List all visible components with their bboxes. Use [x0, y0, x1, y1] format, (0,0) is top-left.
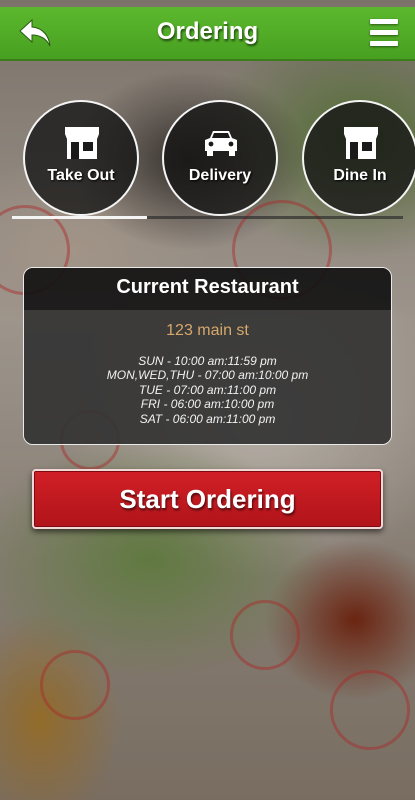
page-title: Ordering	[156, 18, 259, 45]
storefront-icon	[65, 127, 99, 159]
restaurant-details: 123 main st SUN - 10:00 am:11:59 pm MON,…	[24, 310, 391, 444]
hours-line: FRI - 06:00 am:10:00 pm	[140, 397, 275, 412]
order-type-take-out[interactable]: Take Out	[23, 100, 139, 216]
order-type-dine-in[interactable]: Dine In	[302, 100, 415, 216]
order-type-label: Delivery	[188, 167, 252, 184]
current-restaurant-heading: Current Restaurant	[24, 268, 391, 310]
storefront-icon	[344, 127, 378, 159]
order-type-carousel[interactable]: Take Out Delivery Dine In	[0, 100, 415, 218]
order-type-label: Take Out	[47, 167, 115, 184]
hours-line: SAT - 06:00 am:11:00 pm	[139, 411, 276, 426]
restaurant-address: 123 main st	[166, 322, 249, 339]
start-ordering-button[interactable]: Start Ordering	[32, 469, 383, 529]
current-restaurant-card: Current Restaurant 123 main st SUN - 10:…	[23, 267, 392, 445]
hours-line: TUE - 07:00 am:11:00 pm	[138, 382, 277, 397]
menu-button[interactable]	[370, 19, 400, 51]
car-icon	[205, 131, 237, 156]
hours-line: SUN - 10:00 am:11:59 pm	[138, 354, 277, 368]
order-type-label: Dine In	[333, 167, 387, 184]
order-type-delivery[interactable]: Delivery	[162, 100, 278, 216]
hours-line: MON,WED,THU - 07:00 am:10:00 pm	[106, 368, 309, 383]
hamburger-menu-icon	[370, 19, 400, 46]
carousel-scroll-thumb[interactable]	[12, 216, 147, 219]
top-bar: Ordering	[0, 7, 415, 61]
